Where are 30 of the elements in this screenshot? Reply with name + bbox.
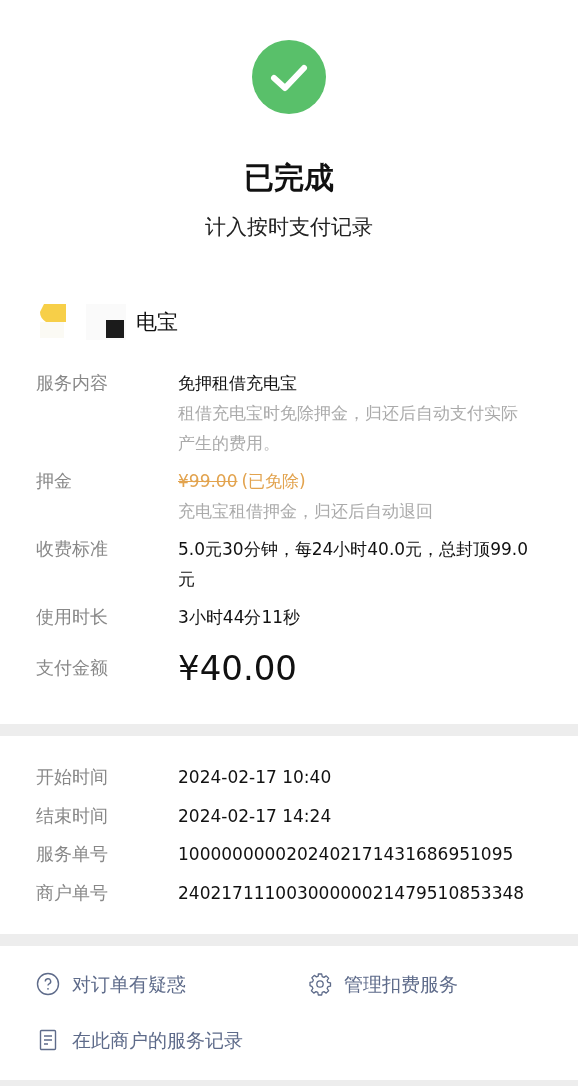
time-label: 商户单号 (36, 880, 109, 905)
deposit-amount: ¥99.00 (178, 470, 238, 493)
action-link[interactable]: 管理扣费服务 (308, 968, 458, 1000)
detail-label: 支付金额 (36, 656, 109, 680)
time-value: 24021711100300000021479510853348 (178, 881, 525, 905)
action-link[interactable]: 在此商户的服务记录 (36, 1024, 243, 1056)
time-label: 服务单号 (36, 842, 109, 866)
detail-label: 收费标准 (36, 537, 109, 561)
time-label: 结束时间 (36, 803, 109, 828)
detail-value: 免押租借充电宝 (178, 372, 298, 395)
status-subtitle: 计入按时支付记录 (205, 214, 373, 241)
time-value: 2024-02-17 14:24 (178, 804, 332, 828)
detail-note: 充电宝租借押金，归还后自动退回 (178, 500, 434, 523)
detail-label: 服务内容 (36, 371, 109, 395)
deposit-status: (已免除) (241, 470, 306, 493)
detail-label: 使用时长 (36, 605, 109, 629)
detail-value: 3小时44分11秒 (178, 606, 302, 629)
settings-icon (308, 972, 332, 996)
status-title: 已完成 (244, 159, 334, 197)
time-value: 2024-02-17 10:40 (178, 766, 332, 789)
time-value: 1000000000202402171431686951095 (178, 843, 514, 866)
detail-note: 租借充电宝时免除押金，归还后自动支付实际产生的费用。 (178, 402, 519, 455)
detail-value: 5.0元30分钟，每24小时40.0元，总封顶99.0元 (178, 538, 528, 591)
detail-label: 押金 (36, 469, 73, 493)
payment-amount: ¥40.00 (178, 647, 298, 690)
merchant-name: 电宝 (136, 309, 178, 336)
action-link[interactable]: 对订单有疑惑 (36, 968, 186, 1000)
time-label: 开始时间 (36, 765, 109, 789)
help-icon (36, 972, 60, 996)
success-check-icon (252, 40, 326, 114)
